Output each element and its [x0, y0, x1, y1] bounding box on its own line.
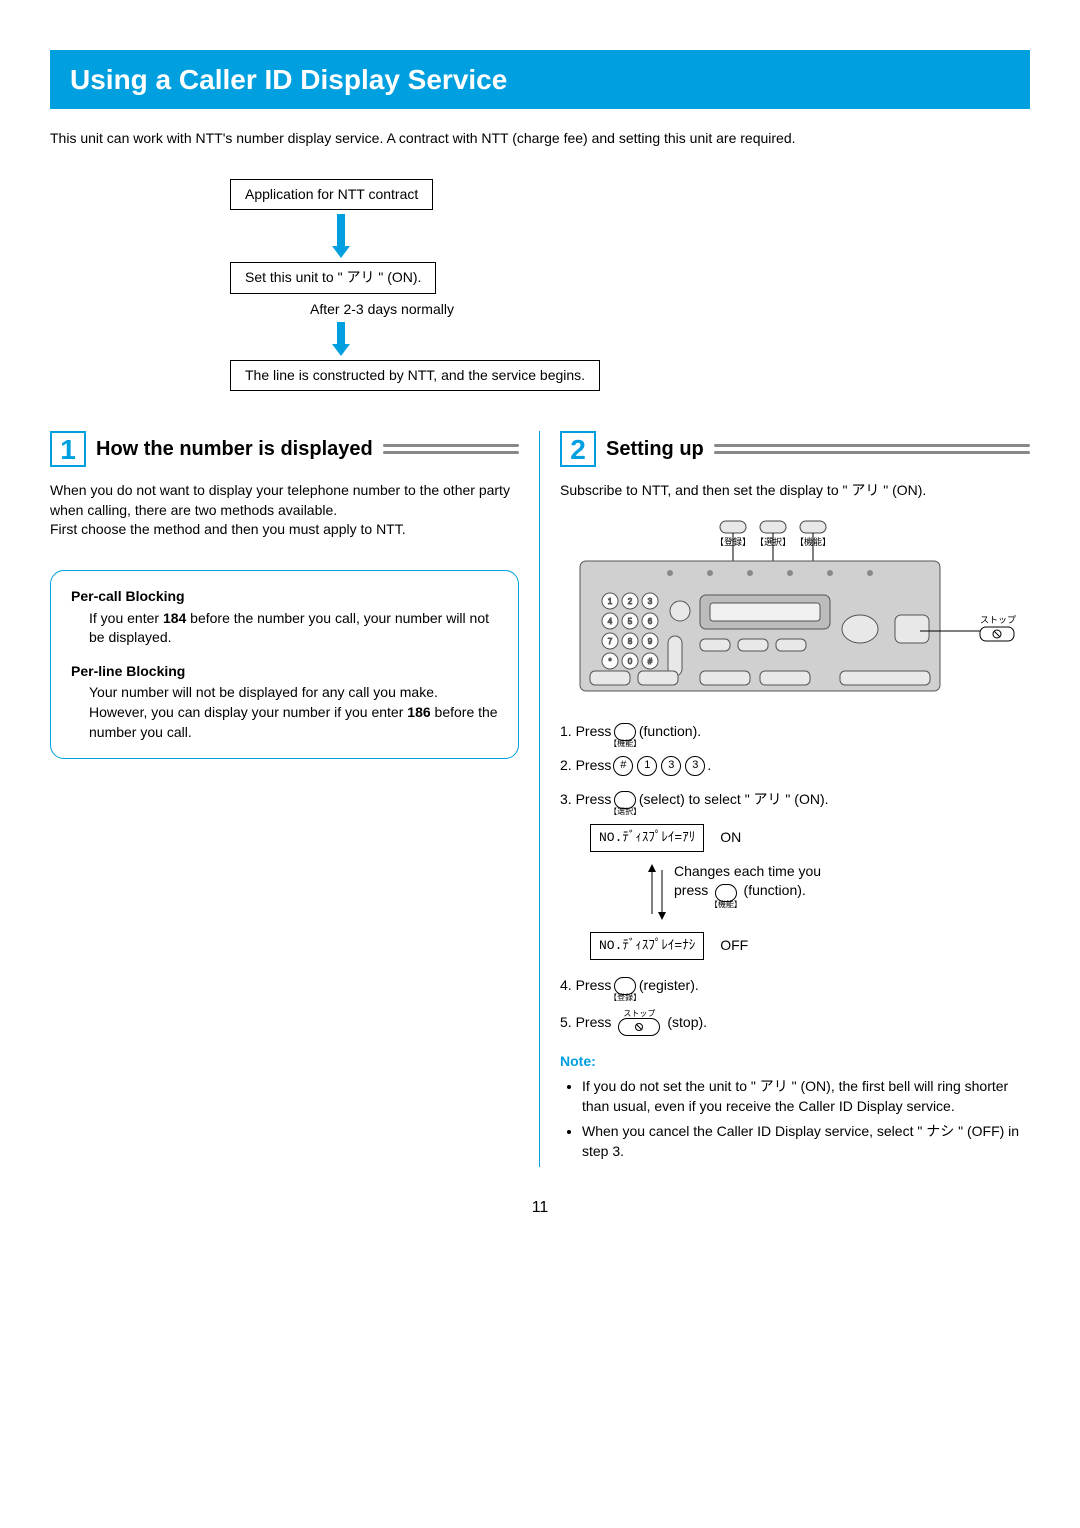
setup-steps: 1. Press (function). 2. Press # 1 3 3 . …: [560, 722, 1030, 809]
content-columns: 1 How the number is displayed When you d…: [50, 431, 1030, 1167]
label-stop: ストップ: [980, 615, 1016, 625]
step-2: 2. Press # 1 3 3 .: [560, 756, 1030, 776]
svg-text:0: 0: [628, 657, 633, 666]
note-heading: Note:: [560, 1052, 1030, 1072]
note-list: If you do not set the unit to " アリ " (ON…: [560, 1077, 1030, 1161]
lcd-off-label: OFF: [720, 936, 748, 956]
section-title: Setting up: [606, 435, 704, 463]
function-button-icon: [715, 884, 737, 902]
section-title: How the number is displayed: [96, 435, 373, 463]
rule-icon: [383, 442, 519, 456]
device-illustration: 【登録】 【選択】 【機能】 1 2 3 4: [560, 511, 1030, 707]
section1-paragraph1: When you do not want to display your tel…: [50, 481, 519, 520]
per-line-blocking-body: Your number will not be displayed for an…: [89, 683, 498, 742]
svg-text:7: 7: [608, 637, 613, 646]
stop-button-icon: [618, 1018, 660, 1036]
lcd-on-row: NO.ﾃﾞｨｽﾌﾟﾚｲ=ｱﾘ ON: [590, 824, 1030, 852]
lcd-display: NO.ﾃﾞｨｽﾌﾟﾚｲ=ｱﾘ: [590, 824, 704, 852]
svg-text:3: 3: [648, 597, 653, 606]
flow-box-3: The line is constructed by NTT, and the …: [230, 360, 600, 392]
rule-icon: [714, 442, 1030, 456]
section-header: 1 How the number is displayed: [50, 431, 519, 467]
svg-text:4: 4: [608, 617, 613, 626]
svg-text:#: #: [648, 657, 653, 666]
arrow-down-icon: [330, 214, 352, 258]
flow-note: After 2-3 days normally: [310, 300, 454, 320]
note-item: When you cancel the Caller ID Display se…: [582, 1122, 1030, 1161]
section2-intro: Subscribe to NTT, and then set the displ…: [560, 481, 1030, 501]
hash-key-icon: #: [613, 756, 633, 776]
svg-text:*: *: [608, 657, 611, 666]
stop-button-label: ストップ: [623, 1010, 655, 1018]
toggle-note: Changes each time you press (function).: [640, 862, 1030, 922]
intro-text: This unit can work with NTT's number dis…: [50, 129, 1030, 149]
digit-key-icon: 1: [637, 756, 657, 776]
step-4: 4. Press (register).: [560, 976, 1030, 996]
step-1: 1. Press (function).: [560, 722, 1030, 742]
digit-key-icon: 3: [661, 756, 681, 776]
register-button-icon: [614, 977, 636, 995]
flow-box-2: Set this unit to " アリ " (ON).: [230, 262, 436, 294]
note-item: If you do not set the unit to " アリ " (ON…: [582, 1077, 1030, 1116]
setup-steps-cont: 4. Press (register). 5. Press ストップ (stop…: [560, 976, 1030, 1036]
setup-flowchart: Application for NTT contract Set this un…: [230, 179, 1030, 391]
manual-page: Using a Caller ID Display Service This u…: [0, 0, 1080, 1250]
section-header: 2 Setting up: [560, 431, 1030, 467]
page-number: 11: [50, 1197, 1030, 1219]
svg-text:1: 1: [608, 597, 613, 606]
digit-key-icon: 3: [685, 756, 705, 776]
section-setting-up: 2 Setting up Subscribe to NTT, and then …: [539, 431, 1030, 1167]
section-number-badge: 2: [560, 431, 596, 467]
section-number-badge: 1: [50, 431, 86, 467]
step-3: 3. Press (select) to select " アリ " (ON).: [560, 790, 1030, 810]
svg-text:8: 8: [628, 637, 633, 646]
lcd-off-row: NO.ﾃﾞｨｽﾌﾟﾚｲ=ﾅｼ OFF: [590, 932, 1030, 960]
svg-text:2: 2: [628, 597, 633, 606]
flow-box-1: Application for NTT contract: [230, 179, 433, 211]
per-line-blocking-title: Per-line Blocking: [71, 662, 498, 682]
double-arrow-icon: [640, 862, 674, 922]
step-5: 5. Press ストップ (stop).: [560, 1010, 1030, 1036]
lcd-display: NO.ﾃﾞｨｽﾌﾟﾚｲ=ﾅｼ: [590, 932, 704, 960]
blocking-info-box: Per-call Blocking If you enter 184 befor…: [50, 570, 519, 759]
arrow-down-icon: [330, 322, 352, 356]
svg-text:6: 6: [648, 617, 653, 626]
lcd-on-label: ON: [720, 828, 741, 848]
section1-paragraph2: First choose the method and then you mus…: [50, 520, 519, 540]
svg-text:5: 5: [628, 617, 633, 626]
select-button-icon: [614, 791, 636, 809]
svg-text:9: 9: [648, 637, 653, 646]
per-call-blocking-body: If you enter 184 before the number you c…: [89, 609, 498, 648]
per-call-blocking-title: Per-call Blocking: [71, 587, 498, 607]
section-how-displayed: 1 How the number is displayed When you d…: [50, 431, 539, 1167]
function-button-icon: [614, 723, 636, 741]
page-title-bar: Using a Caller ID Display Service: [50, 50, 1030, 109]
